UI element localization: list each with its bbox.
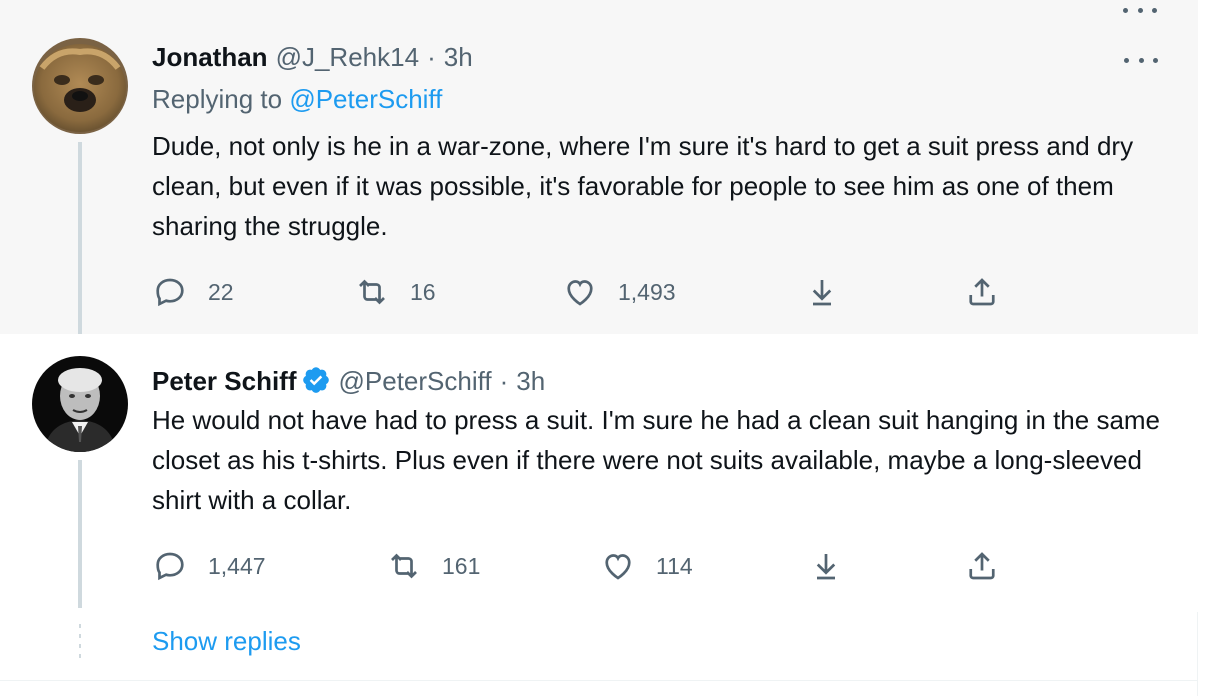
bookmark-button[interactable] (808, 546, 844, 586)
verified-badge-icon (302, 367, 329, 393)
show-replies-link[interactable]: Show replies (152, 626, 301, 657)
retweet-button[interactable]: 16 (354, 272, 436, 312)
share-icon (969, 552, 995, 580)
heart-icon (567, 280, 593, 306)
retweet-button[interactable]: 161 (386, 546, 480, 586)
replying-to-link[interactable]: @PeterSchiff (289, 84, 442, 114)
timestamp[interactable]: 3h (444, 42, 473, 73)
bookmark-button[interactable] (804, 272, 840, 312)
divider (0, 680, 1198, 681)
thread-connector (78, 460, 82, 608)
reply-icon (156, 278, 184, 307)
reply-icon (156, 552, 184, 581)
retweet-count: 161 (442, 552, 481, 579)
reply-button[interactable]: 22 (152, 272, 234, 312)
share-icon (969, 278, 995, 306)
retweet-icon (359, 279, 385, 305)
thread-connector (78, 142, 82, 334)
replying-to: Replying to @PeterSchiff (152, 84, 442, 115)
more-icon[interactable] (1123, 0, 1157, 20)
retweet-count: 16 (410, 278, 436, 305)
display-name[interactable]: Peter Schiff (152, 366, 297, 397)
avatar[interactable] (32, 38, 128, 134)
display-name[interactable]: Jonathan (152, 42, 268, 73)
tweet-actions: 22 16 1,493 (152, 272, 1012, 312)
like-button[interactable]: 1,493 (562, 272, 676, 312)
tweet-jonathan[interactable]: Jonathan @J_Rehk14 · 3h Replying to @Pet… (0, 0, 1198, 334)
more-icon[interactable] (1124, 50, 1158, 70)
separator: · (499, 366, 509, 396)
tweet-text: He would not have had to press a suit. I… (152, 405, 1161, 515)
handle[interactable]: @J_Rehk14 (276, 42, 419, 73)
reply-button[interactable]: 1,447 (152, 546, 266, 586)
download-icon (816, 554, 836, 580)
tweet-header: Peter Schiff @PeterSchiff · 3h (152, 360, 545, 397)
avatar[interactable] (32, 356, 128, 452)
tweet-peterschiff[interactable]: Peter Schiff @PeterSchiff · 3h He would … (0, 334, 1198, 612)
conversation-thread: Jonathan @J_Rehk14 · 3h Replying to @Pet… (0, 0, 1198, 696)
reply-count: 1,447 (208, 552, 266, 579)
tweet-header: Jonathan @J_Rehk14 · 3h (152, 42, 473, 73)
handle[interactable]: @PeterSchiff (339, 366, 492, 397)
like-count: 114 (656, 552, 693, 579)
timestamp[interactable]: 3h (516, 366, 545, 397)
heart-icon (605, 554, 631, 580)
thread-dots (79, 624, 81, 660)
separator: · (427, 42, 436, 72)
share-button[interactable] (964, 272, 1000, 312)
retweet-icon (391, 553, 417, 579)
like-count: 1,493 (618, 278, 676, 305)
like-button[interactable]: 114 (600, 546, 693, 586)
share-button[interactable] (964, 546, 1000, 586)
tweet-actions: 1,447 161 114 (152, 546, 1012, 586)
replying-prefix: Replying to (152, 84, 283, 114)
tweet-text: Dude, not only is he in a war-zone, wher… (152, 131, 1134, 241)
download-icon (812, 280, 832, 306)
reply-count: 22 (208, 278, 234, 305)
